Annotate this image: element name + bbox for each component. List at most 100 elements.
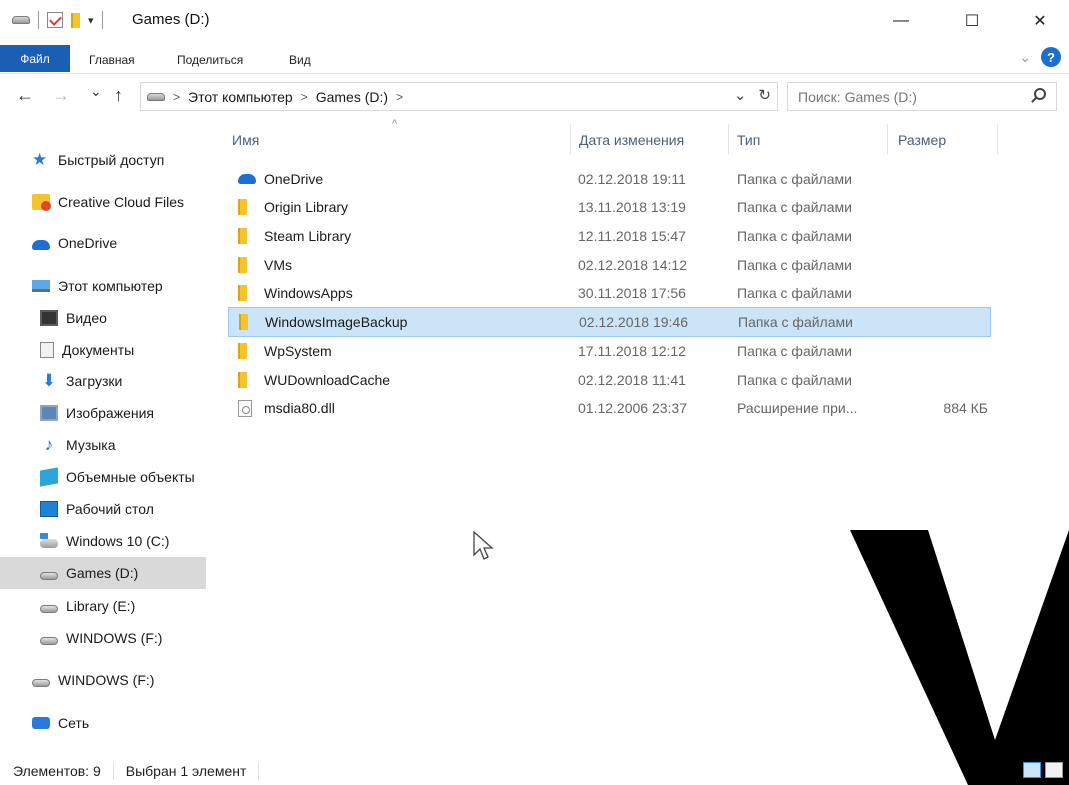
details-view-icon[interactable] (1023, 762, 1041, 778)
file-row-steam-library[interactable]: Steam Library 12.11.2018 15:47 Папка с ф… (228, 222, 991, 250)
sidebar-item-games-d[interactable]: Games (D:) (0, 557, 206, 589)
window-title: Games (D:) (132, 11, 210, 28)
sidebar-item-music[interactable]: ♪ Музыка (0, 429, 206, 461)
pictures-icon (40, 405, 58, 421)
downloads-icon: ⬇ (41, 371, 57, 390)
address-dropdown-icon[interactable]: ⌄ (734, 86, 747, 104)
documents-icon (40, 342, 54, 358)
column-header-date[interactable]: Дата изменения (579, 126, 684, 154)
help-icon[interactable]: ? (1041, 47, 1061, 67)
drive-icon (40, 636, 58, 645)
up-button[interactable]: ↑ (114, 85, 123, 106)
title-bar: ▾ Games (D:) — ☐ ✕ (0, 0, 1069, 42)
forward-button[interactable]: → (52, 85, 70, 106)
sidebar-item-onedrive[interactable]: OneDrive (0, 227, 206, 259)
tab-view[interactable]: Вид (289, 47, 311, 72)
expand-ribbon-icon[interactable]: ⌄ (1019, 49, 1031, 66)
back-button[interactable]: ← (16, 85, 34, 106)
column-header-type[interactable]: Тип (737, 126, 760, 154)
refresh-icon[interactable]: ↻ (758, 86, 771, 104)
sidebar-item-network[interactable]: Сеть (0, 707, 206, 739)
music-icon: ♪ (44, 435, 54, 454)
sidebar-item-library-e[interactable]: Library (E:) (0, 590, 206, 622)
minimize-button[interactable]: — (877, 0, 925, 42)
sidebar-item-documents[interactable]: Документы (0, 334, 206, 366)
search-icon[interactable] (1034, 88, 1046, 100)
tab-share[interactable]: Поделиться (177, 47, 243, 72)
new-folder-icon[interactable] (71, 12, 80, 28)
file-row-origin-library[interactable]: Origin Library 13.11.2018 13:19 Папка с … (228, 193, 991, 221)
file-row-wpsystem[interactable]: WpSystem 17.11.2018 12:12 Папка с файлам… (228, 337, 991, 365)
folder-icon (238, 285, 247, 301)
breadcrumb-games[interactable]: Games (D:) (316, 89, 388, 105)
drive-icon (40, 604, 58, 613)
drive-icon (147, 92, 165, 101)
maximize-button[interactable]: ☐ (948, 0, 996, 42)
network-icon (32, 717, 50, 729)
sidebar-item-video[interactable]: Видео (0, 302, 206, 334)
sidebar-item-quick-access[interactable]: ★ Быстрый доступ (0, 144, 206, 176)
navigation-bar: ← → ⌄ ↑ > Этот компьютер > Games (D:) > … (0, 74, 1069, 118)
video-icon (40, 310, 58, 326)
close-button[interactable]: ✕ (1016, 0, 1064, 42)
sidebar-item-creative-cloud[interactable]: Creative Cloud Files (0, 186, 206, 218)
column-divider[interactable] (997, 124, 998, 154)
selection-count: Выбран 1 элемент (125, 763, 247, 779)
sidebar-item-3d-objects[interactable]: Объемные объекты (0, 461, 206, 493)
sort-ascending-icon: ^ (392, 118, 398, 130)
computer-icon (32, 280, 50, 292)
drive-icon (32, 678, 50, 687)
sidebar-item-pictures[interactable]: Изображения (0, 397, 206, 429)
drive-icon (40, 571, 58, 580)
folder-icon (238, 199, 247, 215)
status-bar: Элементов: 9 Выбран 1 элемент (0, 757, 1069, 785)
sidebar-item-windows-f[interactable]: WINDOWS (F:) (0, 622, 206, 654)
divider (101, 11, 103, 29)
column-divider[interactable] (570, 124, 571, 154)
windows-drive-icon (40, 532, 58, 548)
sidebar-item-windows-c[interactable]: Windows 10 (C:) (0, 525, 206, 557)
folder-icon (238, 257, 247, 273)
divider (112, 762, 114, 780)
ribbon-tabs: Файл Главная Поделиться Вид ⌄ ? (0, 42, 1069, 74)
properties-icon[interactable] (47, 12, 63, 28)
column-header-name[interactable]: Имя (232, 126, 259, 154)
column-divider[interactable] (887, 124, 888, 154)
file-row-wudownloadcache[interactable]: WUDownloadCache 02.12.2018 11:41 Папка с… (228, 366, 991, 394)
folder-icon (238, 372, 247, 388)
onedrive-icon (32, 240, 50, 250)
column-header-size[interactable]: Размер (898, 126, 946, 154)
recent-locations-button[interactable]: ⌄ (90, 83, 102, 100)
breadcrumb-this-pc[interactable]: Этот компьютер (188, 89, 293, 105)
search-input[interactable]: Поиск: Games (D:) (787, 82, 1057, 111)
column-divider[interactable] (728, 124, 729, 154)
divider (38, 11, 39, 29)
sidebar-item-this-pc[interactable]: Этот компьютер (0, 270, 206, 302)
item-count: Элементов: 9 (13, 763, 101, 779)
search-placeholder: Поиск: Games (D:) (798, 88, 917, 105)
onedrive-icon (238, 174, 256, 184)
address-bar[interactable]: > Этот компьютер > Games (D:) > ⌄ ↻ (140, 82, 778, 111)
dll-file-icon (238, 399, 252, 417)
folder-icon (238, 343, 247, 359)
drive-icon (12, 16, 30, 24)
sidebar-item-desktop[interactable]: Рабочий стол (0, 493, 206, 525)
file-row-vms[interactable]: VMs 02.12.2018 14:12 Папка с файлами (228, 251, 991, 279)
file-row-onedrive[interactable]: OneDrive 02.12.2018 19:11 Папка с файлам… (228, 165, 991, 193)
tab-file[interactable]: Файл (0, 45, 70, 72)
overlay-v-shape (850, 530, 1069, 785)
file-row-windowsapps[interactable]: WindowsApps 30.11.2018 17:56 Папка с фай… (228, 279, 991, 307)
folder-icon (238, 228, 247, 244)
desktop-icon (40, 501, 58, 517)
customize-toolbar-icon[interactable]: ▾ (88, 14, 94, 27)
large-icons-view-icon[interactable] (1045, 762, 1063, 778)
divider (258, 762, 260, 780)
sidebar-item-windows-f-root[interactable]: WINDOWS (F:) (0, 664, 206, 696)
file-row-windowsimagebackup[interactable]: WindowsImageBackup 02.12.2018 19:46 Папк… (228, 307, 991, 337)
file-row-msdia80-dll[interactable]: msdia80.dll 01.12.2006 23:37 Расширение … (228, 394, 991, 422)
tab-home[interactable]: Главная (89, 47, 135, 72)
sidebar-item-downloads[interactable]: ⬇ Загрузки (0, 365, 206, 397)
star-icon: ★ (32, 150, 48, 169)
quick-access-toolbar: ▾ (12, 11, 103, 29)
navigation-pane: ★ Быстрый доступ Creative Cloud Files On… (0, 118, 208, 756)
